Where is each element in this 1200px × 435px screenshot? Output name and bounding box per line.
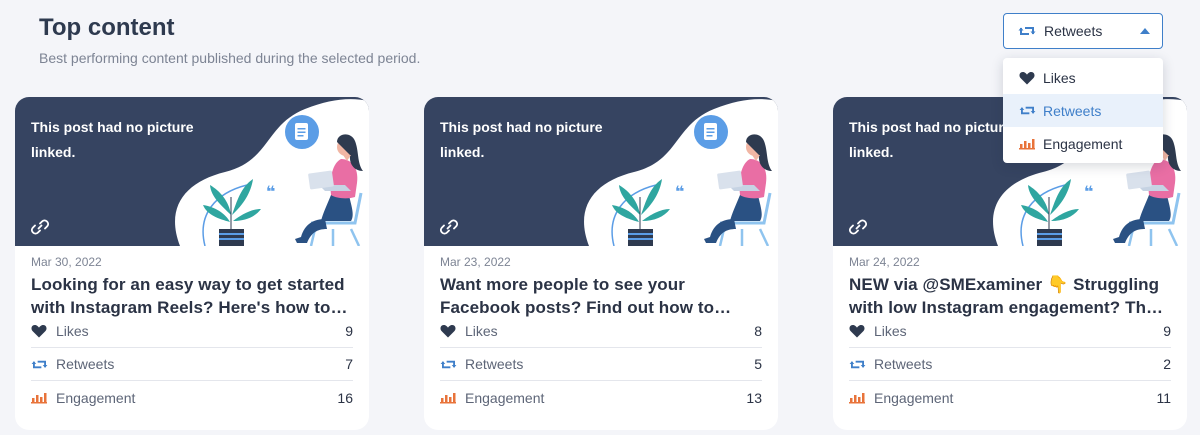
post-title-line: NEW via @SMExaminer 👇 Struggling bbox=[849, 275, 1160, 294]
bar-chart-icon bbox=[31, 391, 48, 405]
content-card-2[interactable]: ❝ This post had no picture linked. Mar 2… bbox=[424, 97, 778, 430]
stat-label: Likes bbox=[874, 323, 907, 339]
stat-label: Likes bbox=[56, 323, 89, 339]
stat-row-likes: Likes 8 bbox=[440, 315, 762, 348]
dropdown-option-label: Engagement bbox=[1043, 135, 1123, 152]
stat-label: Engagement bbox=[56, 389, 136, 406]
heart-icon bbox=[440, 324, 457, 338]
stat-value: 2 bbox=[1163, 356, 1171, 372]
stat-row-retweets: Retweets 5 bbox=[440, 348, 762, 381]
stat-row-retweets: Retweets 2 bbox=[849, 348, 1171, 381]
page-subtitle: Best performing content published during… bbox=[39, 50, 421, 66]
heart-icon bbox=[849, 324, 866, 338]
svg-text:❝: ❝ bbox=[675, 182, 684, 201]
stat-value: 11 bbox=[1156, 389, 1171, 406]
heart-icon bbox=[31, 324, 48, 338]
card-banner: ❝ This post had no picture linked. bbox=[15, 97, 369, 246]
banner-text: This post had no picture linked. bbox=[31, 119, 194, 160]
caret-up-icon bbox=[1140, 28, 1150, 34]
metric-select-value: Retweets bbox=[1044, 23, 1103, 39]
stat-value: 9 bbox=[1163, 323, 1171, 339]
metric-dropdown-menu: Likes Retweets Engagement bbox=[1003, 58, 1163, 163]
heart-icon bbox=[1019, 71, 1036, 85]
stat-row-likes: Likes 9 bbox=[31, 315, 353, 348]
stat-row-retweets: Retweets 7 bbox=[31, 348, 353, 381]
svg-text:❝: ❝ bbox=[266, 182, 275, 201]
bar-chart-icon bbox=[440, 391, 457, 405]
dropdown-option-retweets[interactable]: Retweets bbox=[1003, 94, 1163, 127]
stat-value: 8 bbox=[754, 323, 762, 339]
link-icon[interactable] bbox=[848, 218, 868, 236]
retweet-icon bbox=[31, 357, 48, 371]
stat-label: Retweets bbox=[465, 356, 524, 372]
stat-label: Likes bbox=[465, 323, 498, 339]
retweet-icon bbox=[440, 357, 457, 371]
banner-text: This post had no picture linked. bbox=[440, 119, 603, 160]
bar-chart-icon bbox=[1019, 137, 1036, 151]
page-title: Top content bbox=[39, 14, 175, 41]
post-title-line: Want more people to see your bbox=[440, 275, 685, 294]
stat-row-engagement: Engagement 16 bbox=[31, 381, 353, 414]
dropdown-option-label: Retweets bbox=[1043, 102, 1102, 119]
dropdown-option-likes[interactable]: Likes bbox=[1003, 61, 1163, 94]
post-date: Mar 24, 2022 bbox=[849, 255, 920, 269]
stat-row-likes: Likes 9 bbox=[849, 315, 1171, 348]
stat-row-engagement: Engagement 11 bbox=[849, 381, 1171, 414]
link-icon[interactable] bbox=[30, 218, 50, 236]
stat-row-engagement: Engagement 13 bbox=[440, 381, 762, 414]
stat-label: Engagement bbox=[874, 389, 954, 406]
post-title-line: Looking for an easy way to get started bbox=[31, 275, 345, 294]
retweet-icon bbox=[1019, 104, 1036, 118]
banner-text: This post had no picture linked. bbox=[849, 119, 1012, 160]
dropdown-option-engagement[interactable]: Engagement bbox=[1003, 127, 1163, 160]
metric-select[interactable]: Retweets bbox=[1003, 13, 1163, 49]
content-card-1[interactable]: ❝ This post had no picture linked. Mar 3… bbox=[15, 97, 369, 430]
post-date: Mar 30, 2022 bbox=[31, 255, 102, 269]
post-title[interactable]: Want more people to see your Facebook po… bbox=[440, 273, 770, 319]
post-title[interactable]: NEW via @SMExaminer 👇 Struggling with lo… bbox=[849, 273, 1179, 319]
stat-value: 7 bbox=[345, 356, 353, 372]
stat-value: 5 bbox=[754, 356, 762, 372]
card-banner: ❝ This post had no picture linked. bbox=[424, 97, 778, 246]
link-icon[interactable] bbox=[439, 218, 459, 236]
stat-label: Retweets bbox=[874, 356, 933, 372]
bar-chart-icon bbox=[849, 391, 866, 405]
post-title[interactable]: Looking for an easy way to get started w… bbox=[31, 273, 361, 319]
post-date: Mar 23, 2022 bbox=[440, 255, 511, 269]
retweet-icon bbox=[1018, 24, 1036, 38]
stat-value: 16 bbox=[337, 389, 353, 406]
svg-text:❝: ❝ bbox=[1084, 182, 1093, 201]
stat-label: Retweets bbox=[56, 356, 115, 372]
stat-value: 13 bbox=[746, 389, 762, 406]
dropdown-option-label: Likes bbox=[1043, 69, 1076, 86]
stat-label: Engagement bbox=[465, 389, 545, 406]
stat-value: 9 bbox=[345, 323, 353, 339]
retweet-icon bbox=[849, 357, 866, 371]
